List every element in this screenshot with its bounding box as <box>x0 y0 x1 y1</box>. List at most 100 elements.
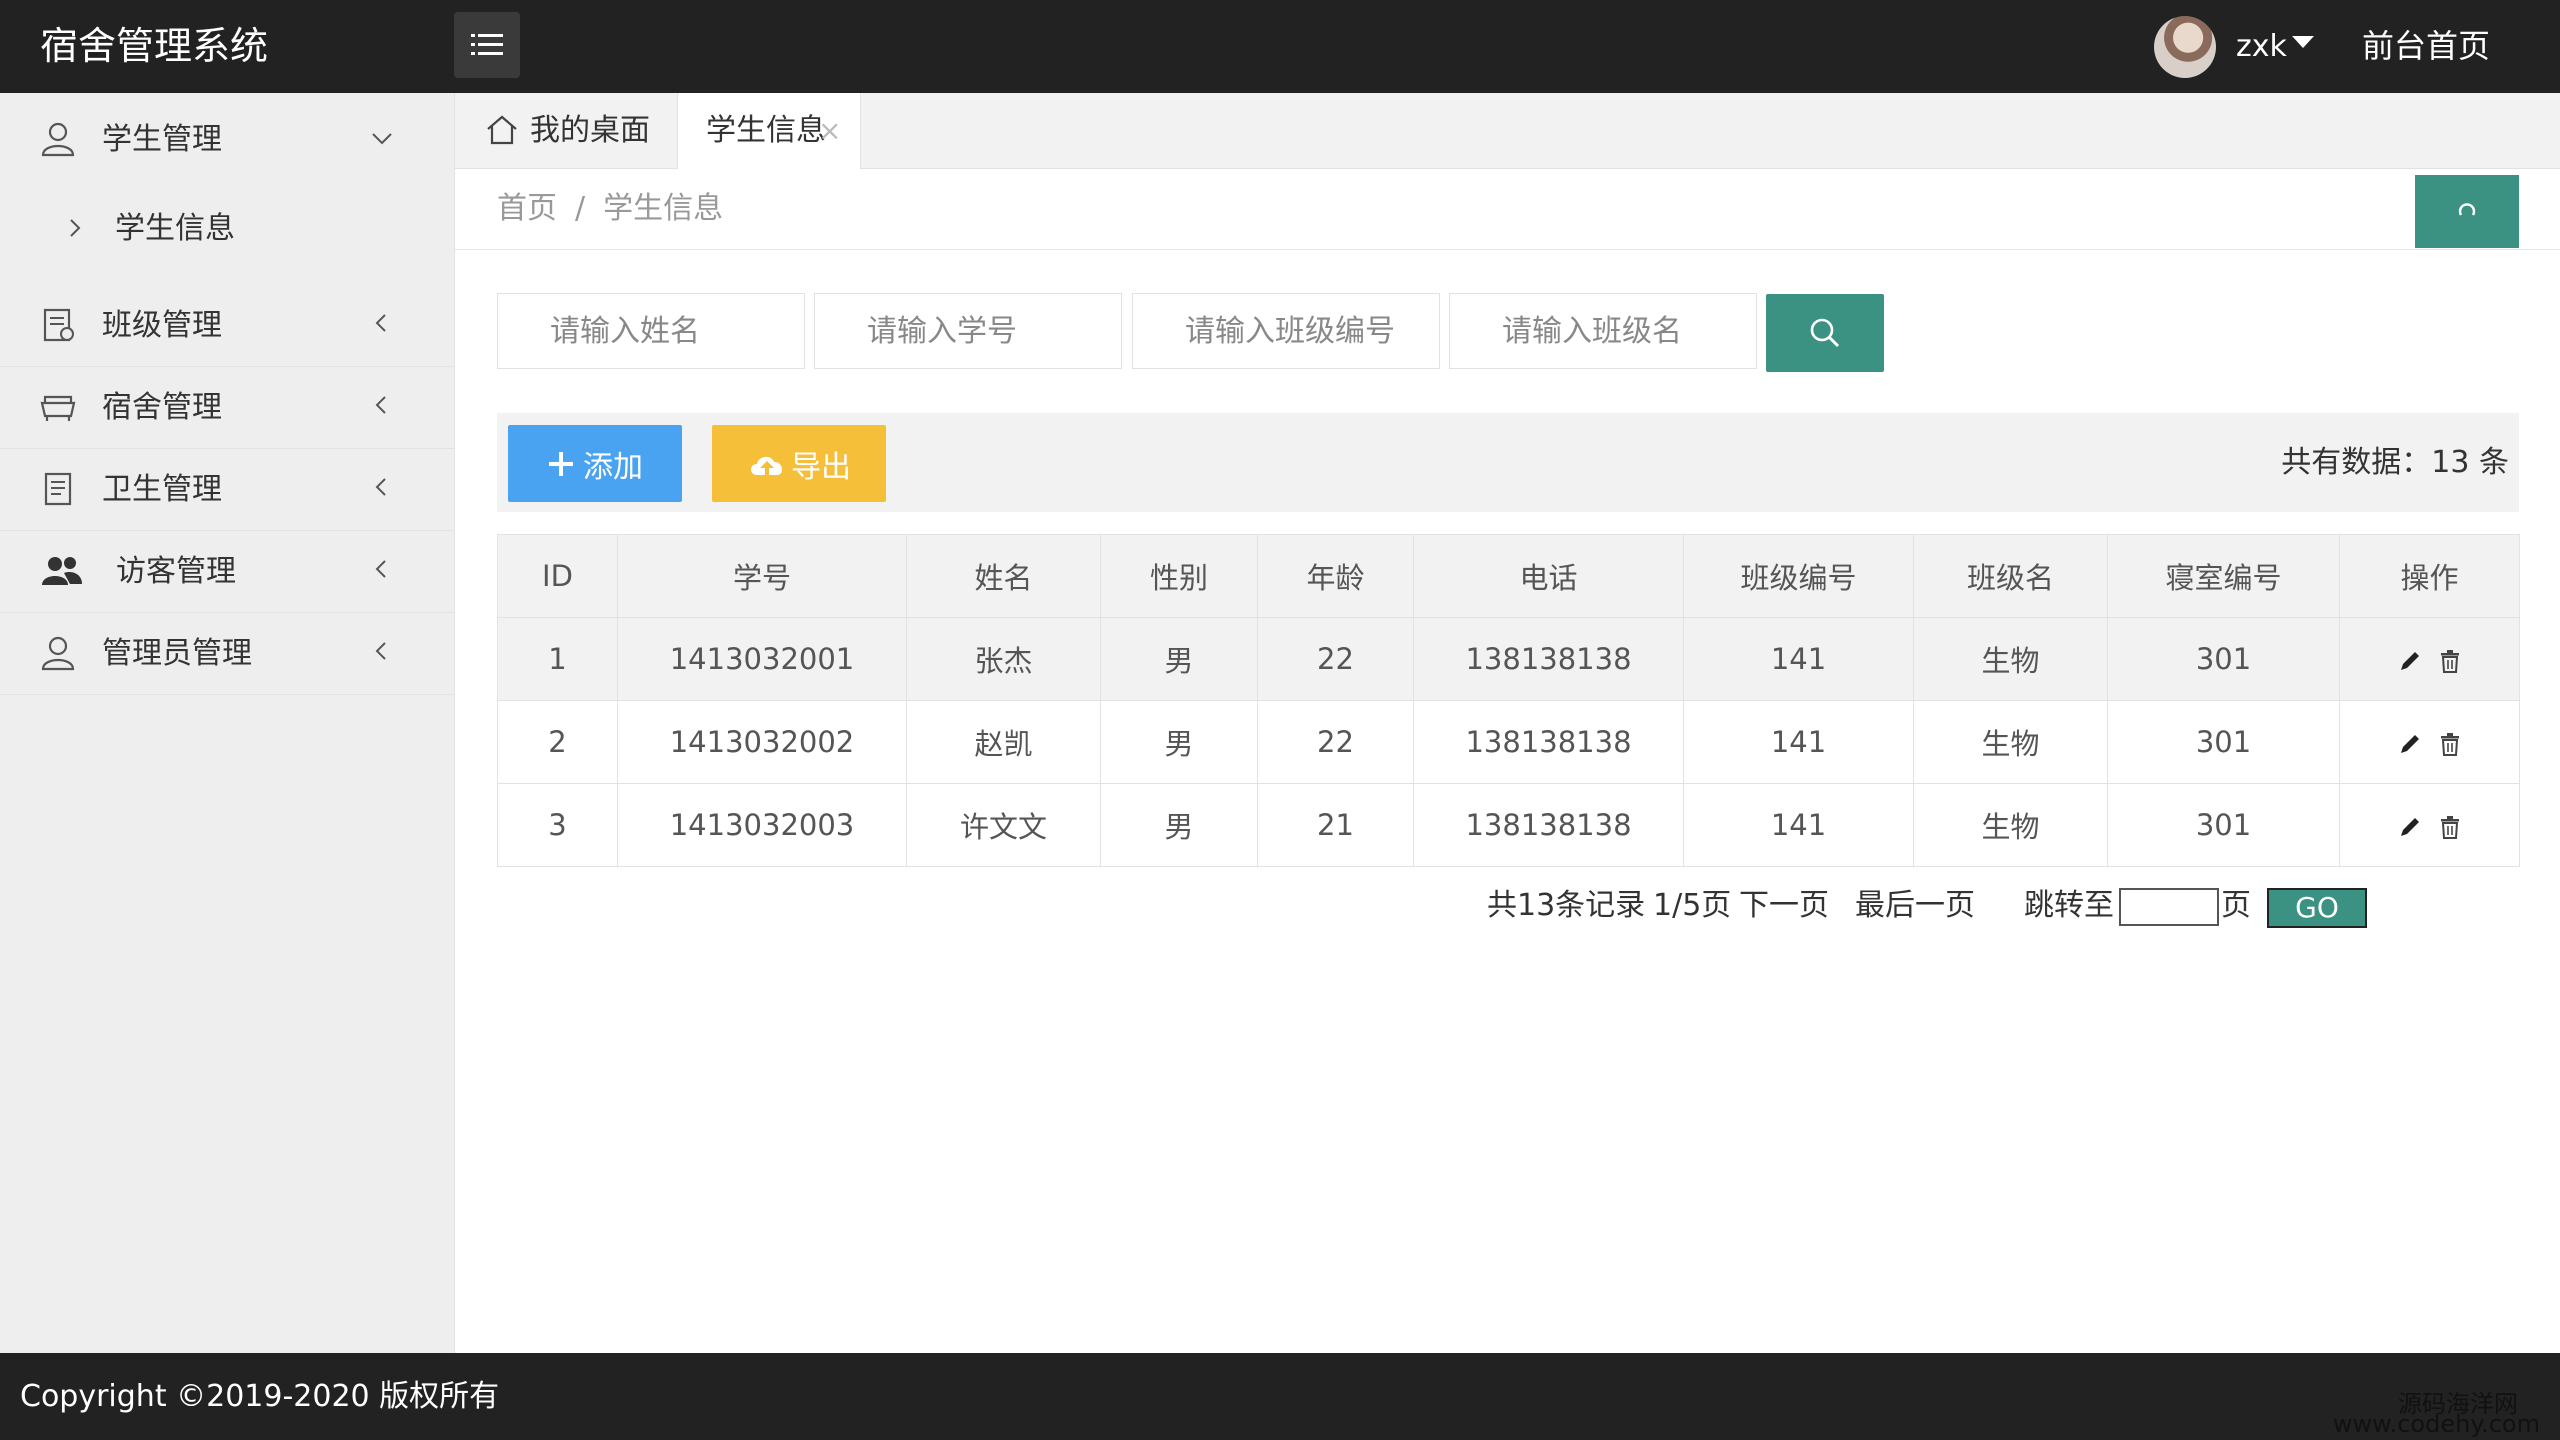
edit-pencil-icon[interactable] <box>2397 814 2423 840</box>
table-cell: 1413032001 <box>617 617 907 701</box>
sidebar-item-label: 卫生管理 <box>102 472 222 507</box>
class-name-search-input[interactable] <box>1449 293 1757 369</box>
table-cell: 301 <box>2107 617 2340 701</box>
sidebar-item-label: 班级管理 <box>102 308 222 343</box>
avatar[interactable] <box>2154 16 2216 78</box>
table-cell: 141 <box>1683 783 1914 867</box>
sidebar-item-visitor-management[interactable]: 访客管理 <box>0 531 454 613</box>
table-cell: 1413032003 <box>617 783 907 867</box>
user-icon <box>41 122 75 157</box>
app-title: 宿舍管理系统 <box>40 24 269 68</box>
menu-toggle-button[interactable] <box>454 12 520 78</box>
table-cell: 141 <box>1683 700 1914 784</box>
table-cell: 3 <box>497 783 618 867</box>
sidebar-subitem-label: 学生信息 <box>115 211 235 246</box>
table-cell: 138138138 <box>1413 617 1684 701</box>
table-cell: 生物 <box>1913 700 2108 784</box>
top-header: 宿舍管理系统 zxk 前台首页 <box>0 0 2560 93</box>
column-header: 班级编号 <box>1683 534 1914 618</box>
table-row: 3 1413032003 许文文 男 21 138138138 141 生物 3… <box>497 783 2520 867</box>
refresh-button[interactable] <box>2415 175 2519 248</box>
actions-cell <box>2339 700 2520 784</box>
add-button-label: 添加 <box>583 449 643 485</box>
column-header: 寝室编号 <box>2107 534 2340 618</box>
username-dropdown[interactable]: zxk <box>2236 0 2287 93</box>
home-icon <box>487 115 517 145</box>
breadcrumb-home[interactable]: 首页 <box>497 191 557 226</box>
pagination-total: 共13条记录 <box>1487 888 1646 923</box>
table-cell: 301 <box>2107 783 2340 867</box>
table-cell: 138138138 <box>1413 700 1684 784</box>
tab-home[interactable]: 我的桌面 <box>455 93 675 168</box>
breadcrumb-bar: 首页 / 学生信息 <box>455 169 2560 250</box>
total-count: 共有数据：13 条 <box>2281 445 2509 480</box>
table-toolbar: 添加 导出 共有数据：13 条 <box>497 413 2519 512</box>
search-button[interactable] <box>1766 294 1884 372</box>
sidebar-item-label: 管理员管理 <box>102 636 252 671</box>
caret-down-icon[interactable] <box>2292 36 2314 48</box>
name-search-input[interactable] <box>497 293 805 369</box>
column-header: 姓名 <box>906 534 1101 618</box>
table-cell: 赵凯 <box>906 700 1101 784</box>
next-page-link[interactable]: 下一页 <box>1739 882 1829 930</box>
table-cell: 301 <box>2107 700 2340 784</box>
tab-student-info[interactable]: 学生信息 × <box>677 93 861 169</box>
column-header: 班级名 <box>1913 534 2108 618</box>
breadcrumb-separator: / <box>575 191 586 226</box>
tab-bar: 我的桌面 学生信息 × <box>455 93 2560 169</box>
cloud-upload-icon <box>751 456 783 475</box>
refresh-icon <box>2458 202 2476 216</box>
edit-pencil-icon[interactable] <box>2397 648 2423 674</box>
table-cell: 2 <box>497 700 618 784</box>
delete-trash-icon[interactable] <box>2437 731 2463 757</box>
front-page-link[interactable]: 前台首页 <box>2362 0 2490 93</box>
table-cell: 生物 <box>1913 783 2108 867</box>
delete-trash-icon[interactable] <box>2437 814 2463 840</box>
table-cell: 138138138 <box>1413 783 1684 867</box>
last-page-link[interactable]: 最后一页 <box>1855 882 1975 930</box>
delete-trash-icon[interactable] <box>2437 648 2463 674</box>
chevron-left-icon <box>375 396 386 414</box>
table-row: 2 1413032002 赵凯 男 22 138138138 141 生物 30… <box>497 700 2520 784</box>
close-icon[interactable]: × <box>818 93 841 168</box>
sidebar-item-label: 学生管理 <box>102 122 222 157</box>
search-icon <box>1810 318 1840 348</box>
sidebar-item-dorm-management[interactable]: 宿舍管理 <box>0 367 454 449</box>
table-cell: 男 <box>1100 700 1258 784</box>
chevron-down-icon <box>372 133 392 145</box>
column-header: 操作 <box>2339 534 2520 618</box>
column-header: 学号 <box>617 534 907 618</box>
plus-icon <box>549 451 573 476</box>
table-cell: 141 <box>1683 617 1914 701</box>
chevron-right-icon <box>70 219 81 237</box>
table-cell: 男 <box>1100 617 1258 701</box>
table-header-row: ID 学号 姓名 性别 年龄 电话 班级编号 班级名 寝室编号 操作 <box>497 534 2520 618</box>
breadcrumb-current: 学生信息 <box>603 191 724 226</box>
sidebar-item-admin-management[interactable]: 管理员管理 <box>0 613 454 695</box>
table-cell: 张杰 <box>906 617 1101 701</box>
sidebar-item-student-management[interactable]: 学生管理 <box>0 93 454 186</box>
table-cell: 22 <box>1257 617 1414 701</box>
chevron-left-icon <box>375 642 386 660</box>
class-number-search-input[interactable] <box>1132 293 1440 369</box>
tab-home-label: 我的桌面 <box>530 113 650 148</box>
column-header: 性别 <box>1100 534 1258 618</box>
student-id-search-input[interactable] <box>814 293 1122 369</box>
sidebar-item-class-management[interactable]: 班级管理 <box>0 285 454 367</box>
breadcrumb: 首页 / 学生信息 <box>497 169 723 249</box>
table-cell: 22 <box>1257 700 1414 784</box>
go-button[interactable]: GO <box>2267 888 2367 928</box>
edit-pencil-icon[interactable] <box>2397 731 2423 757</box>
add-button[interactable]: 添加 <box>508 425 682 502</box>
chevron-left-icon <box>375 560 386 578</box>
page-unit-label: 页 <box>2221 888 2251 923</box>
sidebar-item-hygiene-management[interactable]: 卫生管理 <box>0 449 454 531</box>
export-button-label: 导出 <box>791 449 851 485</box>
page-jump-input[interactable] <box>2119 888 2219 926</box>
table-cell: 男 <box>1100 783 1258 867</box>
sidebar-subitem-student-info[interactable]: 学生信息 <box>0 186 454 271</box>
column-header: 年龄 <box>1257 534 1414 618</box>
table-cell: 1413032002 <box>617 700 907 784</box>
export-button[interactable]: 导出 <box>712 425 886 502</box>
table-cell: 生物 <box>1913 617 2108 701</box>
